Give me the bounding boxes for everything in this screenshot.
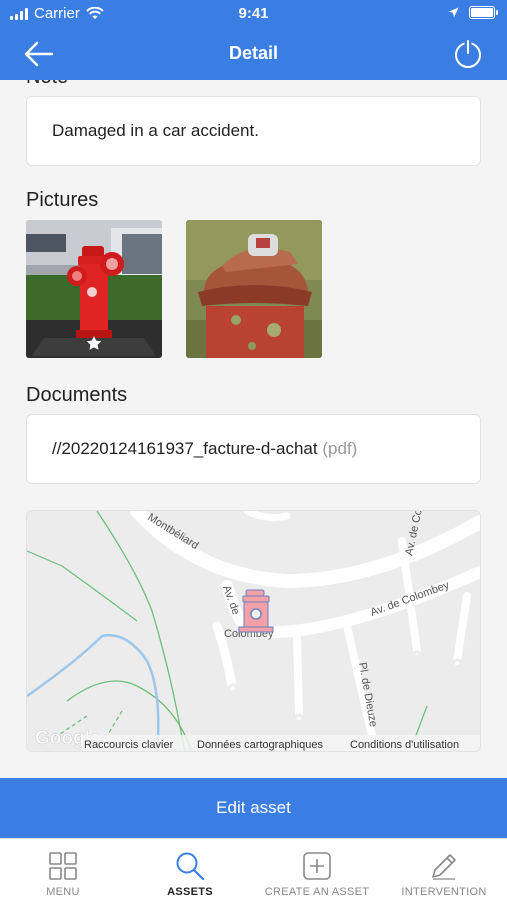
edit-asset-button[interactable]: Edit asset [0, 778, 507, 838]
page-title: Detail [228, 43, 279, 63]
map-footer-terms[interactable]: Conditions d'utilisation [350, 739, 459, 751]
map-footer-shortcuts[interactable]: Raccourcis clavier [84, 739, 174, 751]
map-view[interactable]: Montbéliard Av. de Colombey Av. de Colom… [26, 510, 481, 752]
tab-create-asset[interactable]: CREATE AN ASSET [254, 839, 380, 901]
documents-section-title: Documents [26, 384, 128, 406]
document-link[interactable]: //20220124161937_facture-d-achat (pdf) [52, 439, 357, 459]
hydrant-marker-icon[interactable] [238, 589, 274, 633]
status-time: 9:41 [238, 5, 269, 22]
hydrant-photo [26, 220, 162, 358]
status-bar: Carrier 9:41 [0, 0, 507, 28]
search-icon [176, 852, 205, 881]
tab-menu[interactable]: MENU [0, 839, 126, 901]
picture-thumbnail-hydrant[interactable] [26, 220, 162, 358]
tab-intervention-label: INTERVENTION [401, 886, 487, 898]
location-arrow-icon [448, 7, 459, 18]
pencil-icon [432, 854, 456, 880]
battery-icon [469, 6, 498, 19]
plus-square-icon [303, 852, 331, 880]
map-footer-data[interactable]: Données cartographiques [197, 739, 323, 751]
tab-menu-label: MENU [46, 886, 80, 898]
note-card: Damaged in a car accident. [26, 96, 481, 166]
tab-create-asset-label: CREATE AN ASSET [264, 886, 370, 898]
tab-assets-label: ASSETS [167, 886, 213, 898]
document-extension: (pdf) [322, 439, 358, 458]
tab-assets[interactable]: ASSETS [127, 839, 253, 901]
document-name: //20220124161937_facture-d-achat [52, 439, 318, 458]
document-card[interactable]: //20220124161937_facture-d-achat (pdf) [26, 414, 481, 484]
detail-content[interactable]: Note Damaged in a car accident. Pictures [0, 80, 507, 778]
note-text: Damaged in a car accident. [52, 121, 259, 140]
navigation-bar: Detail [0, 28, 507, 80]
tab-intervention[interactable]: INTERVENTION [381, 839, 507, 901]
grid-icon [49, 852, 77, 880]
damaged-hydrant-photo [186, 220, 322, 358]
status-right [448, 6, 498, 19]
pictures-section-title: Pictures [26, 189, 99, 211]
map-canvas: Montbéliard Av. de Colombey Av. de Colom… [27, 511, 480, 751]
picture-thumbnail-damaged-hydrant[interactable] [186, 220, 322, 358]
power-icon[interactable] [453, 39, 483, 69]
tab-bar: MENU ASSETS CREATE AN ASSET INTERVENTION [0, 838, 507, 901]
note-section-title: Note [26, 80, 68, 89]
